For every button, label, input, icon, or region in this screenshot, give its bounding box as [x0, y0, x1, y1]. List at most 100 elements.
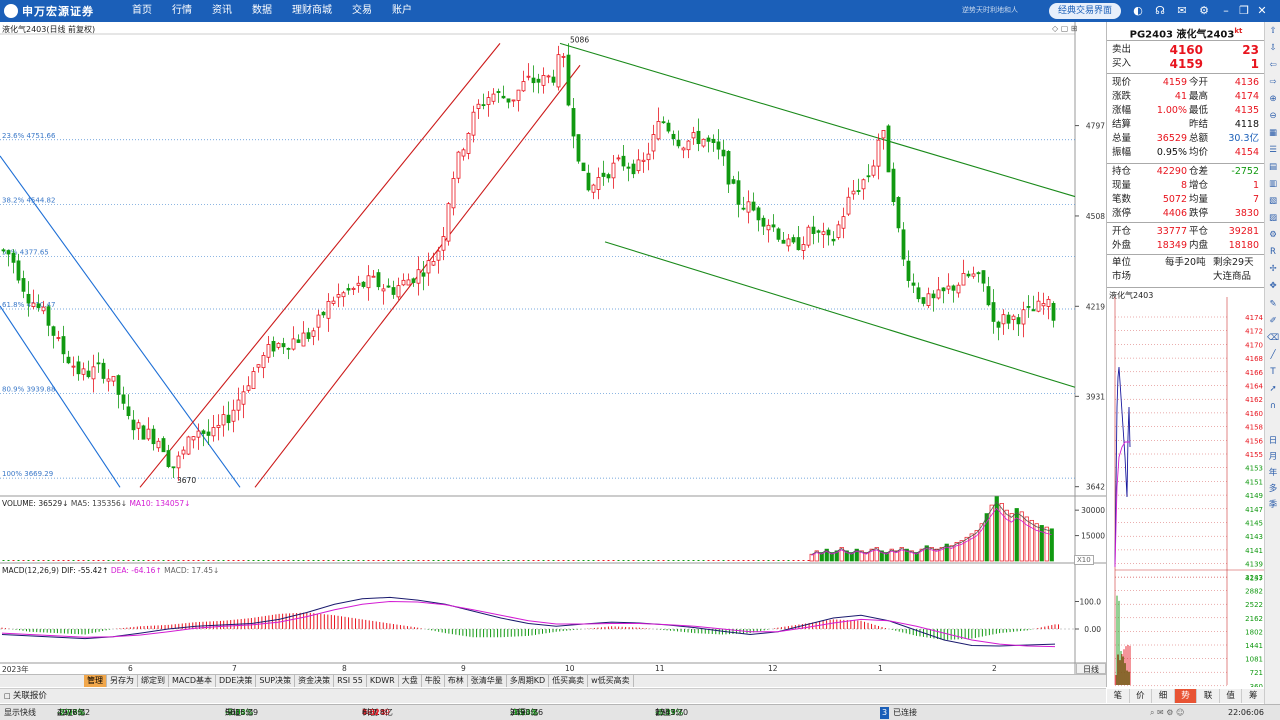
mini-price-line: [1114, 366, 1131, 568]
tab-w-low-buy[interactable]: w低买高卖: [588, 675, 634, 687]
volume-bar: [994, 496, 999, 562]
candle-body: [741, 207, 746, 210]
tab-bind[interactable]: 绑定到: [138, 675, 169, 687]
quote-stat-row: 总量 36529 总额 30.3亿: [1107, 132, 1265, 146]
tab-rsi[interactable]: RSI 55: [334, 675, 367, 687]
table-icon[interactable]: ▧: [1265, 194, 1280, 209]
candle-body: [626, 166, 631, 169]
menu-trade[interactable]: 交易: [342, 0, 382, 22]
candle-body: [991, 302, 996, 322]
tab-save-as[interactable]: 另存为: [107, 675, 138, 687]
text-icon[interactable]: T: [1265, 365, 1280, 380]
tab-value[interactable]: 值: [1219, 689, 1243, 703]
magnet-icon[interactable]: ∩: [1265, 399, 1280, 414]
zoom-out-icon[interactable]: ⊖: [1265, 109, 1280, 124]
tab-boll[interactable]: 布林: [445, 675, 468, 687]
tab-chips[interactable]: 筹: [1242, 689, 1266, 703]
market-value: 大连商品: [1213, 271, 1252, 282]
tab-price[interactable]: 价: [1129, 689, 1153, 703]
crosshair-icon[interactable]: ✢: [1265, 262, 1280, 277]
alerts-badge[interactable]: 3: [880, 707, 890, 719]
tab-link[interactable]: 联: [1197, 689, 1220, 703]
display-fast-line[interactable]: 显示快线: [4, 705, 36, 720]
assoc-quote-button[interactable]: 关联报价: [4, 690, 47, 703]
chart-svg[interactable]: 23.6% 4751.6638.2% 4544.8250% 4377.6561.…: [0, 22, 1106, 677]
menu-finance-mall[interactable]: 理财商城: [282, 0, 342, 22]
quote-stat-label-2: 最高: [1189, 91, 1209, 102]
period-shortcut[interactable]: 季: [1265, 498, 1280, 513]
candle-body: [551, 76, 556, 83]
tab-dde[interactable]: DDE决策: [216, 675, 257, 687]
quote-stat-value-1: 4159: [1162, 77, 1187, 88]
mini-price-tick: 4149: [1245, 492, 1263, 500]
tab-fund[interactable]: 资金决策: [295, 675, 335, 687]
rsi-icon[interactable]: R: [1265, 245, 1280, 260]
pen-icon[interactable]: ✎: [1265, 297, 1280, 312]
candle-body: [721, 149, 726, 157]
headset-icon[interactable]: ☊: [1153, 4, 1167, 18]
tab-detail[interactable]: 细: [1152, 689, 1175, 703]
y-tick-label: 3931: [1086, 392, 1105, 401]
move-icon[interactable]: ✥: [1265, 279, 1280, 294]
menu-data[interactable]: 数据: [242, 0, 282, 22]
left-arrow-icon[interactable]: ⇦: [1265, 58, 1280, 73]
market-label: 市场: [1112, 271, 1132, 282]
period-tab-daily[interactable]: 日线: [1076, 663, 1106, 674]
settings-icon[interactable]: ⚙: [1197, 4, 1211, 18]
period-shortcut[interactable]: 多: [1265, 482, 1280, 497]
volume-bar: [1039, 525, 1044, 562]
menu-quotes[interactable]: 行情: [162, 0, 202, 22]
mini-price-tick: 4166: [1245, 369, 1263, 377]
down-arrow-icon[interactable]: ⇩: [1265, 41, 1280, 56]
tab-trades[interactable]: 笔: [1107, 689, 1130, 703]
layout-icon[interactable]: ▥: [1265, 177, 1280, 192]
mail-icon[interactable]: ✉: [1175, 4, 1189, 18]
intraday-mini-chart[interactable]: 4174 4172 4170 4168 4166 4164 4162 4160 4158 4156…: [1107, 287, 1265, 687]
list-icon[interactable]: ☰: [1265, 143, 1280, 158]
cursor-icon[interactable]: ➚: [1265, 382, 1280, 397]
candle-body: [196, 430, 201, 438]
period-shortcut[interactable]: 月: [1265, 450, 1280, 465]
minimize-icon[interactable]: –: [1219, 4, 1233, 18]
settings-icon[interactable]: ⚙: [1265, 228, 1280, 243]
chart-icon[interactable]: ▤: [1265, 160, 1280, 175]
line-icon[interactable]: ╱: [1265, 348, 1280, 363]
chart-area[interactable]: 23.6% 4751.66 38.2% 4544.82 50% 4377.65 61.…: [0, 22, 1106, 687]
tab-manage[interactable]: 管理: [84, 675, 107, 687]
restore-icon[interactable]: ❐: [1237, 4, 1251, 18]
chart-tool-icons[interactable]: ◇ ▢ ⊞: [1052, 24, 1078, 33]
grid-icon[interactable]: ▦: [1265, 126, 1280, 141]
candle-body: [91, 366, 96, 380]
close-icon[interactable]: ✕: [1255, 4, 1269, 18]
tab-market[interactable]: 大盘: [399, 675, 422, 687]
menu-news[interactable]: 资讯: [202, 0, 242, 22]
menu-home[interactable]: 首页: [122, 0, 162, 22]
up-arrow-icon[interactable]: ⇧: [1265, 24, 1280, 39]
candle-body: [41, 306, 46, 312]
period-shortcut[interactable]: 日: [1265, 434, 1280, 449]
tab-low-buy[interactable]: 低买高卖: [549, 675, 589, 687]
tab-multi-kd[interactable]: 多周期KD: [507, 675, 550, 687]
tab-bull[interactable]: 牛股: [422, 675, 445, 687]
tab-kdwr[interactable]: KDWR: [367, 675, 399, 687]
theme-icon[interactable]: ◐: [1131, 4, 1145, 18]
zoom-in-icon[interactable]: ⊕: [1265, 92, 1280, 107]
status-icons[interactable]: ⌕ ✉ ⚙ ☺: [1150, 705, 1184, 720]
tab-zqh[interactable]: 张清华量: [468, 675, 507, 687]
period-shortcut[interactable]: 年: [1265, 466, 1280, 481]
classic-trade-button[interactable]: 经典交易界面: [1049, 3, 1121, 19]
tab-sup[interactable]: SUP决策: [256, 675, 296, 687]
tab-trend[interactable]: 势: [1174, 689, 1198, 703]
doc-icon[interactable]: ▨: [1265, 211, 1280, 226]
order-stat-value-1: 18349: [1156, 240, 1187, 251]
menu-account[interactable]: 账户: [382, 0, 422, 22]
draw-icon[interactable]: ✐: [1265, 314, 1280, 329]
position-stat-value-2: 3830: [1234, 208, 1259, 219]
quote-stat-label-1: 结算: [1112, 119, 1132, 130]
right-arrow-icon[interactable]: ⇨: [1265, 75, 1280, 90]
tab-macd-basic[interactable]: MACD基本: [169, 675, 216, 687]
y-tick-label: 4797: [1086, 122, 1105, 131]
eraser-icon[interactable]: ⌫: [1265, 331, 1280, 346]
candle-body: [81, 368, 86, 375]
position-stat-row: 现量 8 增仓 1: [1107, 179, 1265, 193]
